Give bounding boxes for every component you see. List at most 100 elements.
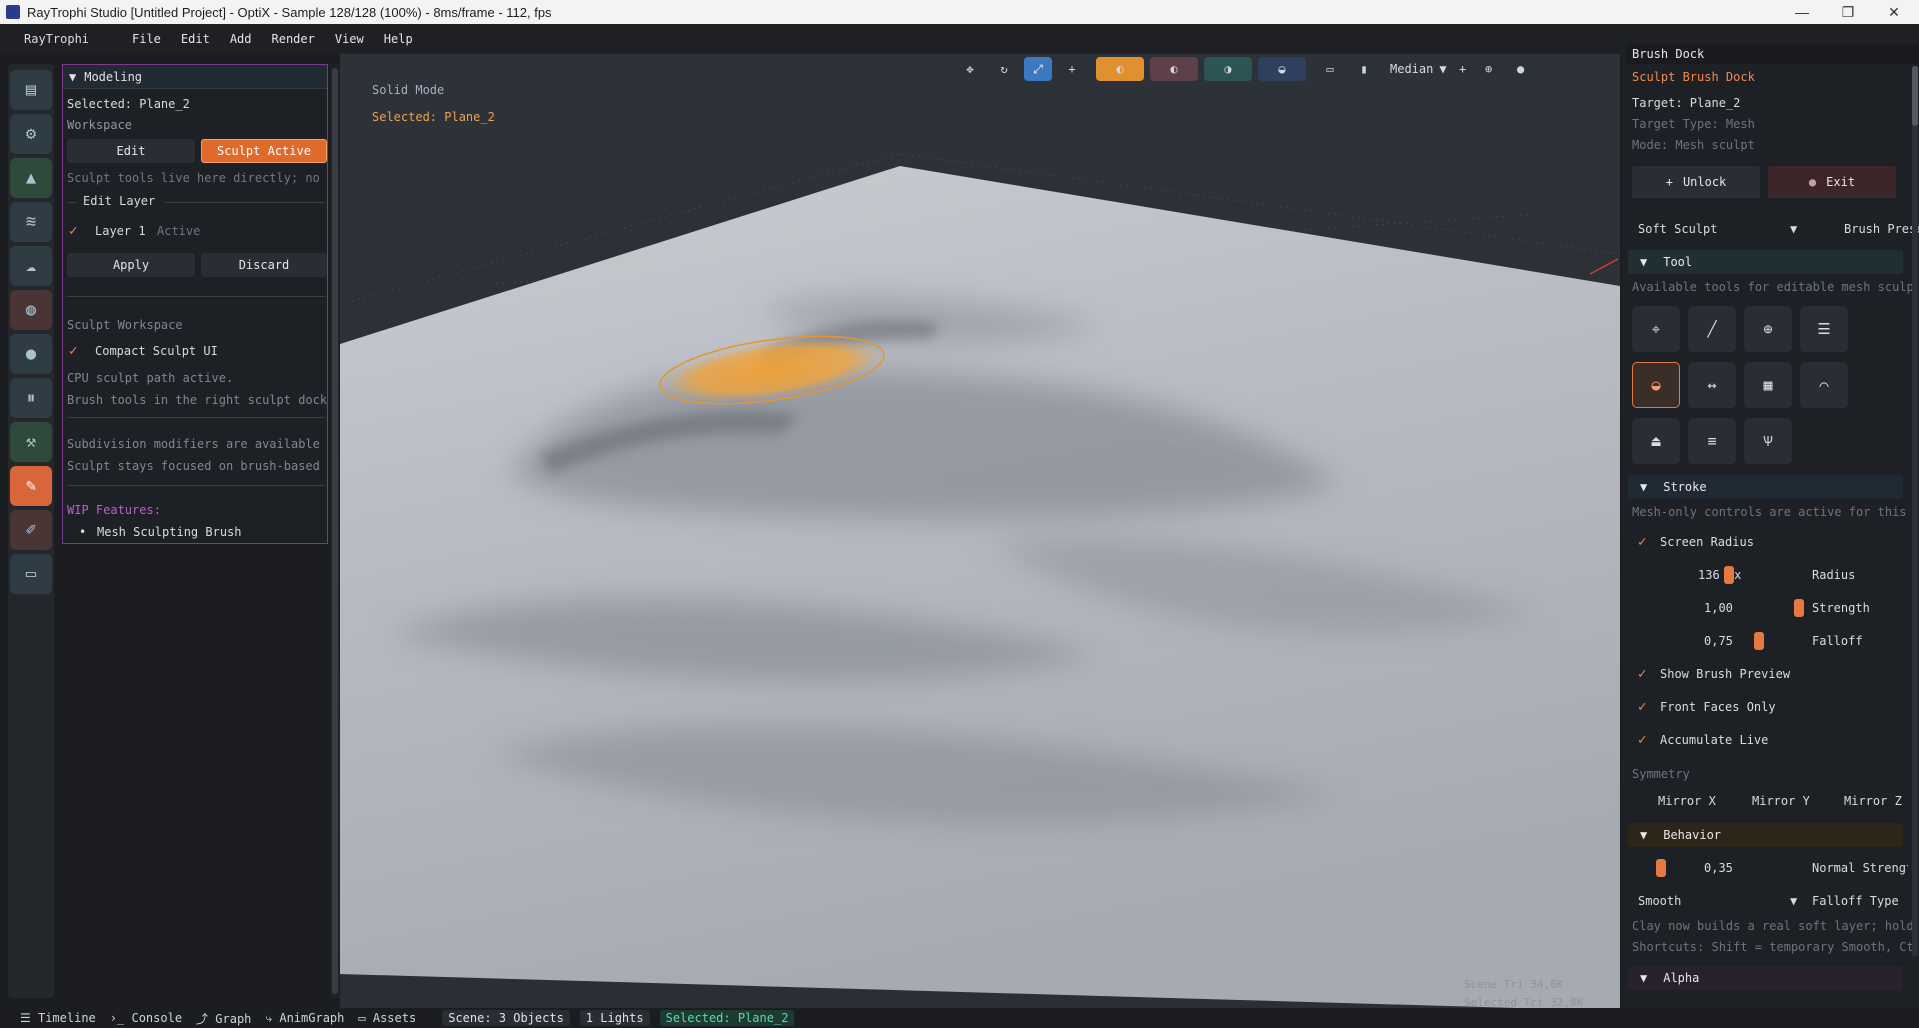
- wip-label: WIP Features:: [67, 503, 161, 517]
- apply-button[interactable]: Apply: [67, 253, 195, 277]
- inflate-icon[interactable]: ⊕: [1744, 306, 1792, 352]
- menu-help[interactable]: Help: [384, 32, 413, 46]
- edit-layer-label: Edit Layer: [83, 194, 156, 208]
- material-shading-icon[interactable]: ◐: [1150, 57, 1198, 81]
- strength-slider-thumb[interactable]: [1794, 599, 1804, 617]
- layer-checkbox[interactable]: ✓: [69, 224, 83, 238]
- chevron-down-icon[interactable]: ▼: [1790, 894, 1797, 908]
- pen-icon[interactable]: ╱: [1688, 306, 1736, 352]
- settings-icon[interactable]: ●: [1510, 57, 1531, 81]
- flatten-icon[interactable]: ⏏: [1632, 418, 1680, 464]
- falloff-type-select[interactable]: Smooth: [1638, 894, 1681, 908]
- chevron-down-icon[interactable]: ▼: [1439, 62, 1446, 76]
- pen-icon[interactable]: ✐: [10, 510, 52, 550]
- preset-select[interactable]: Soft Sculpt: [1638, 222, 1717, 236]
- mode-label: Mode: Mesh sculpt: [1632, 138, 1755, 152]
- hammer-icon[interactable]: ⚒: [10, 422, 52, 462]
- move-gizmo-icon[interactable]: ✥: [956, 57, 984, 81]
- gear-icon[interactable]: ⚙: [10, 114, 52, 154]
- camera-icon[interactable]: ▭: [1316, 57, 1344, 81]
- smooth-icon[interactable]: ⌒: [1800, 362, 1848, 408]
- show-preview-label: Show Brush Preview: [1660, 667, 1791, 681]
- snap-icon[interactable]: +: [1452, 57, 1473, 81]
- wireframe-shading-icon[interactable]: ◒: [1258, 57, 1306, 81]
- workspace-label: Workspace: [67, 118, 133, 132]
- scene-objects-badge: Scene: 3 Objects: [442, 1010, 570, 1026]
- rotate-gizmo-icon[interactable]: ↻: [990, 57, 1018, 81]
- pinch-icon[interactable]: Ѱ: [1744, 418, 1792, 464]
- sculpt-active-button[interactable]: Sculpt Active: [201, 139, 327, 163]
- unlock-button[interactable]: + Unlock: [1632, 166, 1760, 198]
- minimize-button[interactable]: —: [1782, 0, 1822, 24]
- timeline-tab[interactable]: ☰ Timeline: [20, 1011, 96, 1025]
- mirror-x-toggle[interactable]: Mirror X: [1658, 794, 1716, 808]
- sculpt-workspace-label: Sculpt Workspace: [67, 318, 183, 332]
- animgraph-tab[interactable]: ⤷ AnimGraph: [265, 1011, 344, 1026]
- left-panel-scrollbar[interactable]: [330, 64, 340, 998]
- scrape-icon[interactable]: ≡: [1688, 418, 1736, 464]
- normal-strength-value[interactable]: 0,35: [1704, 861, 1733, 875]
- edit-mode-button[interactable]: Edit: [67, 139, 195, 163]
- menu-file[interactable]: File: [132, 32, 161, 46]
- pause-icon[interactable]: ⏸: [10, 378, 52, 418]
- crosshair-icon[interactable]: ⌖: [1632, 306, 1680, 352]
- scale-gizmo-icon[interactable]: ⤢: [1024, 57, 1052, 81]
- waves-icon[interactable]: ≋: [10, 202, 52, 242]
- strength-value[interactable]: 1,00: [1704, 601, 1733, 615]
- show-preview-checkbox[interactable]: ✓: [1638, 667, 1652, 681]
- stats-icon[interactable]: ▮: [1350, 57, 1378, 81]
- stroke-section-header[interactable]: ▼ Stroke: [1628, 475, 1903, 499]
- falloff-value[interactable]: 0,75: [1704, 634, 1733, 648]
- scroll-thumb[interactable]: [1912, 66, 1918, 126]
- maximize-button[interactable]: ❐: [1828, 0, 1868, 24]
- graph-tab[interactable]: ⤴ Graph: [196, 1010, 251, 1027]
- pivot-icon[interactable]: ⊕: [1478, 57, 1499, 81]
- radius-value[interactable]: 136 px: [1698, 568, 1741, 582]
- scroll-thumb[interactable]: [332, 68, 338, 994]
- close-button[interactable]: ✕: [1874, 0, 1914, 24]
- graph-label: Graph: [215, 1011, 252, 1026]
- menu-view[interactable]: View: [335, 32, 364, 46]
- layers-icon[interactable]: ▤: [10, 70, 52, 110]
- location-icon[interactable]: ●: [10, 334, 52, 374]
- mirror-z-toggle[interactable]: Mirror Z: [1844, 794, 1902, 808]
- brush-icon[interactable]: ✎: [10, 466, 52, 506]
- mirror-y-toggle[interactable]: Mirror Y: [1752, 794, 1810, 808]
- monitor-icon[interactable]: ▭: [10, 554, 52, 594]
- render-shading-icon[interactable]: ◑: [1204, 57, 1252, 81]
- normal-strength-slider-thumb[interactable]: [1656, 859, 1666, 877]
- exit-button[interactable]: ● Exit: [1768, 166, 1896, 198]
- solid-shading-icon[interactable]: ◐: [1096, 57, 1144, 81]
- globe-icon[interactable]: ◍: [10, 290, 52, 330]
- grid-icon[interactable]: ▦: [1744, 362, 1792, 408]
- compact-ui-checkbox[interactable]: ✓: [69, 344, 83, 358]
- scene-tri-count: Scene Tri 34,8K: [1464, 978, 1564, 991]
- menu-add[interactable]: Add: [230, 32, 252, 46]
- assets-tab[interactable]: ▭ Assets: [358, 1011, 416, 1025]
- chevron-down-icon[interactable]: ▼: [1790, 222, 1797, 236]
- screen-radius-checkbox[interactable]: ✓: [1638, 535, 1652, 549]
- wip-item: Mesh Sculpting Brush: [97, 525, 242, 539]
- accumulate-checkbox[interactable]: ✓: [1638, 733, 1652, 747]
- add-icon[interactable]: +: [1058, 57, 1086, 81]
- mountain-icon[interactable]: ▲: [10, 158, 52, 198]
- viewport-3d[interactable]: Solid Mode Selected: Plane_2 Scene Tri 3…: [340, 54, 1620, 1011]
- behavior-section-header[interactable]: ▼ Behavior: [1628, 823, 1903, 847]
- alpha-section-header[interactable]: ▼ Alpha: [1628, 966, 1903, 990]
- modeling-header[interactable]: ▼ Modeling: [63, 65, 327, 89]
- console-tab[interactable]: ›_ Console: [110, 1011, 182, 1025]
- dot-icon: ●: [1808, 175, 1817, 189]
- cloud-icon[interactable]: ☁: [10, 246, 52, 286]
- falloff-slider-thumb[interactable]: [1754, 632, 1764, 650]
- layer-icon[interactable]: ☰: [1800, 306, 1848, 352]
- clay-icon[interactable]: ◒: [1632, 362, 1680, 408]
- discard-button[interactable]: Discard: [201, 253, 327, 277]
- pivot-select[interactable]: Median: [1390, 62, 1433, 76]
- front-faces-checkbox[interactable]: ✓: [1638, 700, 1652, 714]
- radius-slider-thumb[interactable]: [1724, 566, 1734, 584]
- menu-edit[interactable]: Edit: [181, 32, 210, 46]
- dock-scrollbar[interactable]: [1912, 66, 1918, 956]
- tool-section-header[interactable]: ▼ Tool: [1628, 250, 1903, 274]
- move-icon[interactable]: ↔: [1688, 362, 1736, 408]
- menu-render[interactable]: Render: [272, 32, 315, 46]
